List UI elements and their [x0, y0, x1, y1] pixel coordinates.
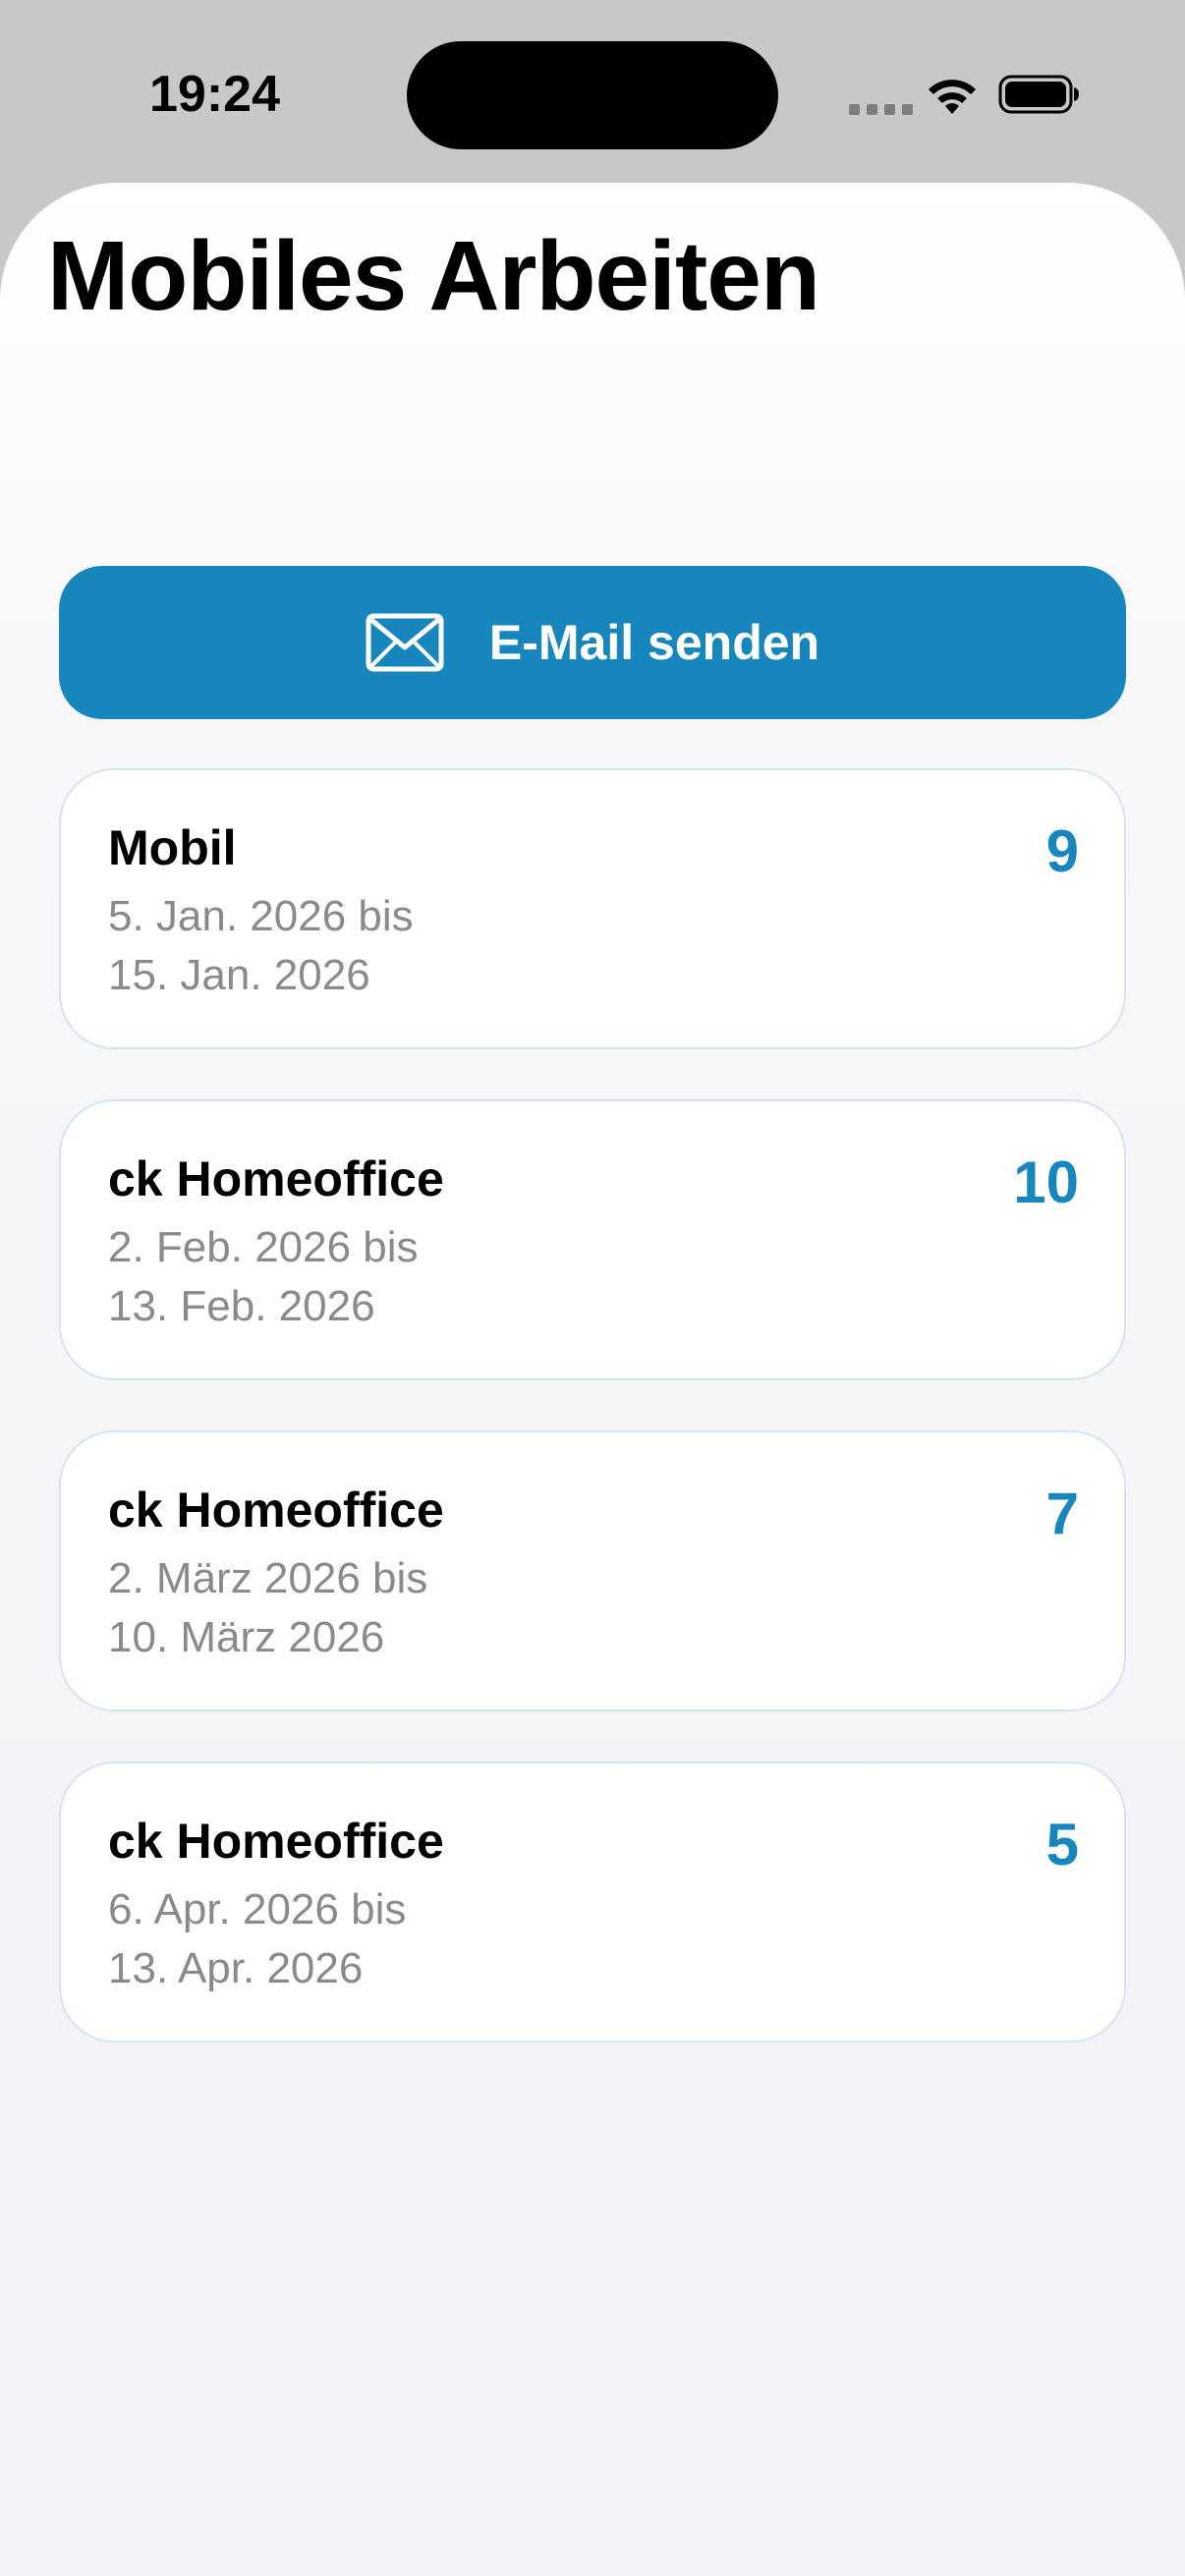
entry-day-count: 9 — [1045, 818, 1079, 884]
send-email-button[interactable]: E-Mail senden — [59, 566, 1126, 719]
entry-day-count: 10 — [1013, 1149, 1079, 1215]
entry-card[interactable]: ck Homeoffice 2. Feb. 2026 bis 13. Feb. … — [59, 1099, 1126, 1380]
dynamic-island — [407, 41, 778, 149]
entry-card[interactable]: ck Homeoffice 6. Apr. 2026 bis 13. Apr. … — [59, 1762, 1126, 2043]
entry-start-date: 2. März 2026 bis — [108, 1554, 428, 1602]
cellular-signal-icon — [849, 104, 913, 115]
entry-end-date: 10. März 2026 — [108, 1613, 385, 1661]
entry-card[interactable]: ck Homeoffice 2. März 2026 bis 10. März … — [59, 1430, 1126, 1711]
send-email-label: E-Mail senden — [488, 615, 820, 670]
entry-title: Mobil — [108, 820, 237, 875]
entry-start-date: 2. Feb. 2026 bis — [108, 1223, 419, 1271]
entry-day-count: 7 — [1045, 1481, 1079, 1546]
page-title: Mobiles Arbeiten — [47, 221, 820, 331]
wifi-icon — [929, 80, 976, 114]
entry-title: ck Homeoffice — [108, 1151, 444, 1206]
entry-day-count: 5 — [1045, 1812, 1079, 1877]
entry-card[interactable]: Mobil 5. Jan. 2026 bis 15. Jan. 2026 9 — [59, 768, 1126, 1049]
status-bar: 19:24 — [0, 0, 1185, 183]
envelope-icon — [366, 613, 444, 672]
entry-end-date: 13. Feb. 2026 — [108, 1282, 375, 1330]
battery-icon — [998, 75, 1079, 114]
entry-start-date: 6. Apr. 2026 bis — [108, 1885, 407, 1933]
entry-start-date: 5. Jan. 2026 bis — [108, 892, 414, 940]
entry-end-date: 13. Apr. 2026 — [108, 1944, 364, 1992]
entry-end-date: 15. Jan. 2026 — [108, 951, 370, 999]
status-time: 19:24 — [149, 66, 280, 123]
entry-title: ck Homeoffice — [108, 1814, 444, 1869]
entry-title: ck Homeoffice — [108, 1483, 444, 1538]
